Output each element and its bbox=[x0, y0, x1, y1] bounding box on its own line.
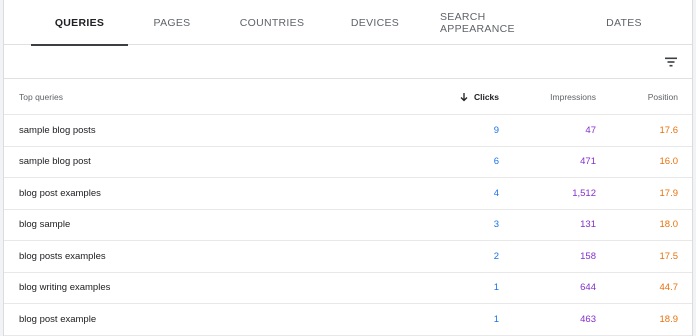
query-cell: blog writing examples bbox=[19, 282, 111, 294]
position-cell: 44.7 bbox=[659, 282, 679, 294]
header-clicks[interactable]: Clicks bbox=[459, 79, 499, 114]
header-top-queries[interactable]: Top queries bbox=[19, 79, 63, 114]
impressions-cell: 131 bbox=[580, 219, 596, 231]
clicks-cell: 1 bbox=[493, 313, 499, 325]
query-cell: blog post example bbox=[19, 313, 97, 325]
clicks-cell: 3 bbox=[493, 219, 499, 231]
position-cell: 16.0 bbox=[659, 156, 679, 168]
header-clicks-label: Clicks bbox=[473, 91, 499, 102]
table-row[interactable]: sample blog post 6 471 16.0 bbox=[4, 147, 692, 178]
tab-countries[interactable]: COUNTRIES bbox=[232, 0, 312, 45]
impressions-cell: 158 bbox=[580, 250, 596, 262]
table-row[interactable]: blog post examples 4 1,512 17.9 bbox=[4, 178, 692, 210]
position-cell: 18.0 bbox=[659, 219, 679, 231]
filter-button[interactable] bbox=[662, 53, 680, 71]
clicks-cell: 4 bbox=[493, 187, 499, 199]
impressions-cell: 1,512 bbox=[572, 187, 596, 199]
query-cell: sample blog posts bbox=[19, 124, 96, 136]
tab-pages[interactable]: PAGES bbox=[140, 0, 204, 45]
table-toolbar bbox=[4, 45, 692, 79]
report-tabs: QUERIES PAGES COUNTRIES DEVICES SEARCH A… bbox=[4, 0, 692, 46]
tab-queries[interactable]: QUERIES bbox=[31, 0, 128, 46]
clicks-cell: 9 bbox=[493, 124, 499, 136]
table-header: Top queries Clicks Impressions Position bbox=[4, 79, 692, 115]
clicks-cell: 2 bbox=[493, 250, 499, 262]
impressions-cell: 47 bbox=[585, 124, 596, 136]
header-position[interactable]: Position bbox=[648, 79, 678, 114]
header-impressions[interactable]: Impressions bbox=[550, 79, 596, 114]
query-cell: blog posts examples bbox=[19, 250, 106, 262]
impressions-cell: 471 bbox=[580, 156, 596, 168]
query-cell: blog sample bbox=[19, 219, 71, 231]
filter-icon bbox=[665, 57, 677, 67]
table-row[interactable]: blog writing examples 1 644 44.7 bbox=[4, 273, 692, 304]
table-row[interactable]: sample blog posts 9 47 17.6 bbox=[4, 115, 692, 147]
position-cell: 17.5 bbox=[659, 250, 679, 262]
impressions-cell: 463 bbox=[580, 313, 596, 325]
position-cell: 17.9 bbox=[659, 187, 679, 199]
performance-card: QUERIES PAGES COUNTRIES DEVICES SEARCH A… bbox=[3, 0, 693, 336]
query-cell: blog post examples bbox=[19, 187, 101, 199]
tab-devices[interactable]: DEVICES bbox=[340, 0, 410, 45]
query-cell: sample blog post bbox=[19, 156, 91, 168]
table-row[interactable]: blog post example 1 463 18.9 bbox=[4, 304, 692, 336]
table-row[interactable]: blog sample 3 131 18.0 bbox=[4, 210, 692, 241]
arrow-down-icon bbox=[460, 92, 468, 101]
tab-dates[interactable]: DATES bbox=[592, 0, 656, 45]
tab-search-appearance[interactable]: SEARCH APPEARANCE bbox=[440, 0, 560, 45]
position-cell: 17.6 bbox=[659, 124, 679, 136]
position-cell: 18.9 bbox=[659, 313, 679, 325]
impressions-cell: 644 bbox=[580, 282, 596, 294]
clicks-cell: 1 bbox=[493, 282, 499, 294]
clicks-cell: 6 bbox=[493, 156, 499, 168]
table-row[interactable]: blog posts examples 2 158 17.5 bbox=[4, 241, 692, 273]
